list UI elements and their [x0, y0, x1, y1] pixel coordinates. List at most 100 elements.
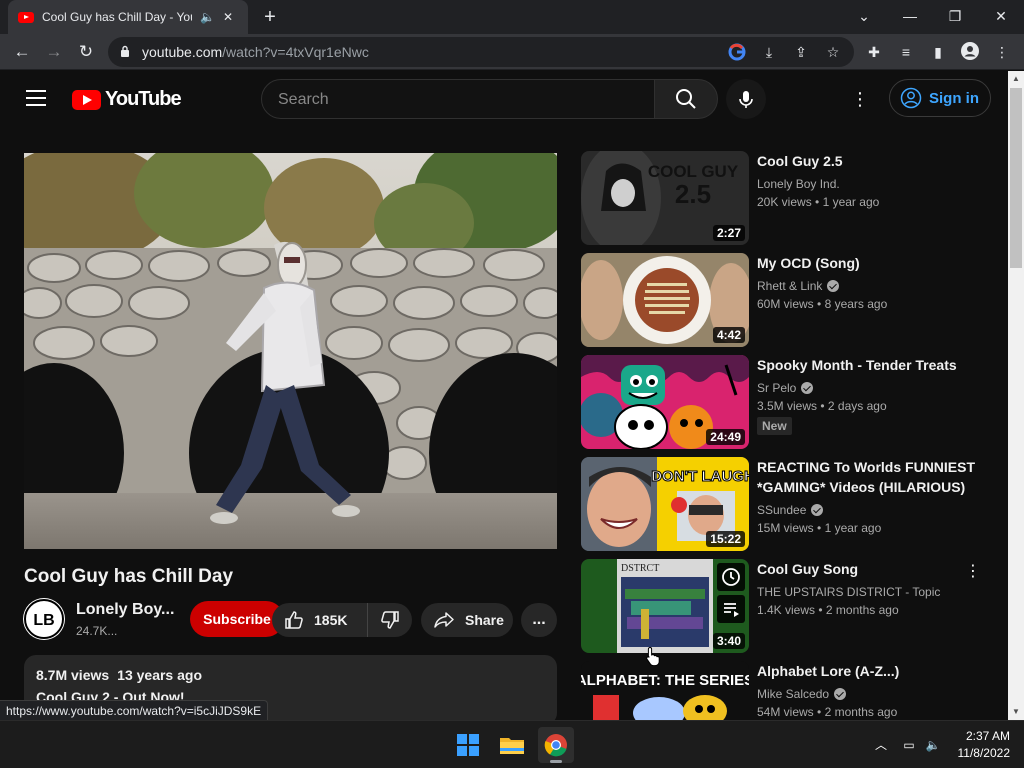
youtube-play-logo-icon	[72, 89, 101, 110]
more-actions-button[interactable]: ...	[521, 603, 557, 637]
sign-in-button[interactable]: Sign in	[889, 79, 991, 117]
duration-badge: 4:42	[712, 327, 745, 343]
chrome-menu-icon[interactable]: ⋮	[992, 42, 1012, 62]
recommendation-channel[interactable]: Mike Salcedo	[757, 687, 847, 701]
bookmark-star-icon[interactable]: ☆	[824, 43, 842, 61]
logo-wordmark: YouTube	[105, 88, 182, 110]
recommendation-item[interactable]: DSTRCT 3:40 Cool Guy Song THE UPSTAIRS D…	[581, 559, 1001, 653]
search-button[interactable]	[654, 79, 718, 119]
dislike-button[interactable]	[368, 603, 412, 637]
share-page-icon[interactable]: ⇪	[792, 43, 810, 61]
recommendation-channel[interactable]: Rhett & Link	[757, 279, 840, 293]
recommendation-title[interactable]: My OCD (Song)	[757, 253, 987, 273]
duration-badge: 2:27	[712, 225, 745, 241]
start-button[interactable]	[450, 727, 486, 763]
recommendation-meta: 20K views • 1 year ago	[757, 195, 880, 209]
search-input[interactable]	[278, 89, 638, 111]
back-button[interactable]: ←	[10, 40, 34, 64]
profile-icon[interactable]	[960, 42, 980, 62]
recommendation-item[interactable]: 4:42 My OCD (Song) Rhett & Link 60M view…	[581, 253, 1001, 347]
microphone-icon	[739, 91, 753, 108]
recommendation-kebab-icon[interactable]: ⋮	[965, 561, 981, 581]
google-lens-icon[interactable]	[728, 43, 746, 61]
link-status-url: https://www.youtube.com/watch?v=i5cJiJDS…	[0, 700, 269, 720]
recommendation-item[interactable]: ALPHABET: THE SERIES Alphabet Lore (A-Z.…	[581, 661, 1001, 720]
taskbar-time[interactable]: 2:37 AM	[958, 729, 1010, 743]
voice-search-button[interactable]	[726, 79, 766, 119]
chrome-taskbar-button[interactable]	[538, 727, 574, 763]
taskbar-date[interactable]: 11/8/2022	[948, 746, 1011, 760]
settings-kebab-icon[interactable]: ⋮	[850, 89, 870, 109]
reload-button[interactable]: ↻	[74, 40, 98, 64]
youtube-logo[interactable]: YouTube	[72, 88, 182, 111]
install-app-icon[interactable]: ⤓	[760, 43, 778, 61]
show-hidden-icons-chevron-icon[interactable]: ︿	[872, 736, 890, 754]
recommendation-meta: 60M views • 8 years ago	[757, 297, 888, 311]
recommendation-title[interactable]: Cool Guy Song	[757, 559, 987, 579]
recommendation-meta: 3.5M views • 2 days ago	[757, 399, 887, 413]
verified-badge-icon	[811, 504, 824, 516]
subscribe-button[interactable]: Subscribe	[190, 601, 284, 637]
channel-name-link[interactable]: Lonely Boy...	[76, 601, 174, 619]
like-count: 185K	[314, 612, 348, 628]
address-bar[interactable]: youtube.com/watch?v=4txVqr1eNwc ⤓ ⇪ ☆	[108, 37, 854, 67]
recommendation-meta: 1.4K views • 2 months ago	[757, 603, 899, 617]
recommendation-item[interactable]: 24:49 Spooky Month - Tender Treats Sr Pe…	[581, 355, 1001, 449]
media-controls-icon[interactable]: ≡	[896, 42, 916, 62]
recommendation-title[interactable]: Cool Guy 2.5	[757, 151, 987, 171]
recommendation-thumbnail[interactable]: ALPHABET: THE SERIES	[581, 661, 749, 720]
page-scrollbar-thumb[interactable]	[1010, 88, 1022, 268]
thumb-title-line2: 2.5	[675, 179, 711, 209]
forward-button[interactable]: →	[42, 40, 66, 64]
duration-badge: 24:49	[706, 429, 745, 445]
recommendation-thumbnail[interactable]: 4:42	[581, 253, 749, 347]
file-explorer-button[interactable]	[494, 727, 530, 763]
recommendation-item[interactable]: COOL GUY 2.5 2:27 Cool Guy 2.5 Lonely Bo…	[581, 151, 1001, 245]
volume-icon[interactable]: 🔈	[924, 736, 942, 754]
search-box	[261, 79, 655, 119]
scroll-up-arrow-icon[interactable]: ▲	[1008, 71, 1024, 87]
recommendation-thumbnail[interactable]: DON'T LAUGH 15:22	[581, 457, 749, 551]
recommendation-channel[interactable]: Sr Pelo	[757, 381, 814, 395]
recommendation-thumbnail[interactable]: DSTRCT 3:40	[581, 559, 749, 653]
tab-search-chevron-icon[interactable]: ⌄	[846, 4, 882, 28]
new-tab-button[interactable]: +	[258, 6, 282, 30]
minimize-button[interactable]: —	[892, 4, 928, 28]
channel-avatar[interactable]: LB	[24, 599, 64, 639]
side-panel-icon[interactable]: ▮	[928, 42, 948, 62]
scroll-down-arrow-icon[interactable]: ▼	[1008, 704, 1024, 720]
recommendation-channel[interactable]: THE UPSTAIRS DISTRICT - Topic	[757, 585, 940, 599]
account-icon	[900, 87, 922, 109]
speaker-icon[interactable]: 🔈	[200, 10, 215, 24]
recommendation-channel[interactable]: SSundee	[757, 503, 824, 517]
browser-tab-active[interactable]: Cool Guy has Chill Day - YouTube 🔈 ✕	[8, 0, 248, 34]
share-button[interactable]: Share	[421, 603, 513, 637]
guide-menu-icon[interactable]	[26, 90, 46, 106]
recommendation-item[interactable]: DON'T LAUGH 15:22 REACTING To Worlds FUN…	[581, 457, 1001, 551]
clock-icon	[722, 568, 740, 586]
close-tab-icon[interactable]: ✕	[223, 10, 233, 24]
restore-button[interactable]: ❐	[937, 4, 973, 28]
close-window-button[interactable]: ✕	[983, 4, 1019, 28]
share-arrow-icon	[434, 612, 454, 628]
recommendation-thumbnail[interactable]: COOL GUY 2.5 2:27	[581, 151, 749, 245]
network-icon[interactable]: ▭	[900, 736, 918, 754]
add-to-queue-icon	[724, 603, 739, 617]
recommendation-title[interactable]: REACTING To Worlds FUNNIEST *GAMING* Vid…	[757, 457, 987, 497]
recommendation-meta: 15M views • 1 year ago	[757, 521, 882, 535]
recommendation-title[interactable]: Alphabet Lore (A-Z...)	[757, 661, 987, 681]
windows-taskbar: ︿ ▭ 🔈 2:37 AM 11/8/2022	[0, 720, 1024, 768]
browser-tab-strip: Cool Guy has Chill Day - YouTube 🔈 ✕ + ⌄…	[0, 0, 1024, 34]
watch-later-button[interactable]	[717, 563, 745, 591]
add-to-queue-button[interactable]	[717, 595, 745, 623]
verified-badge-icon	[801, 382, 814, 394]
video-player[interactable]	[24, 153, 557, 549]
recommendation-thumbnail[interactable]: 24:49	[581, 355, 749, 449]
extensions-puzzle-icon[interactable]: ✚	[864, 42, 884, 62]
recommendation-channel[interactable]: Lonely Boy Ind.	[757, 177, 840, 191]
windows-logo-icon	[457, 734, 479, 756]
upload-age: 13 years ago	[117, 667, 202, 683]
recommendation-title[interactable]: Spooky Month - Tender Treats	[757, 355, 987, 375]
youtube-favicon-icon	[18, 11, 34, 23]
like-button[interactable]: 185K	[272, 603, 368, 637]
